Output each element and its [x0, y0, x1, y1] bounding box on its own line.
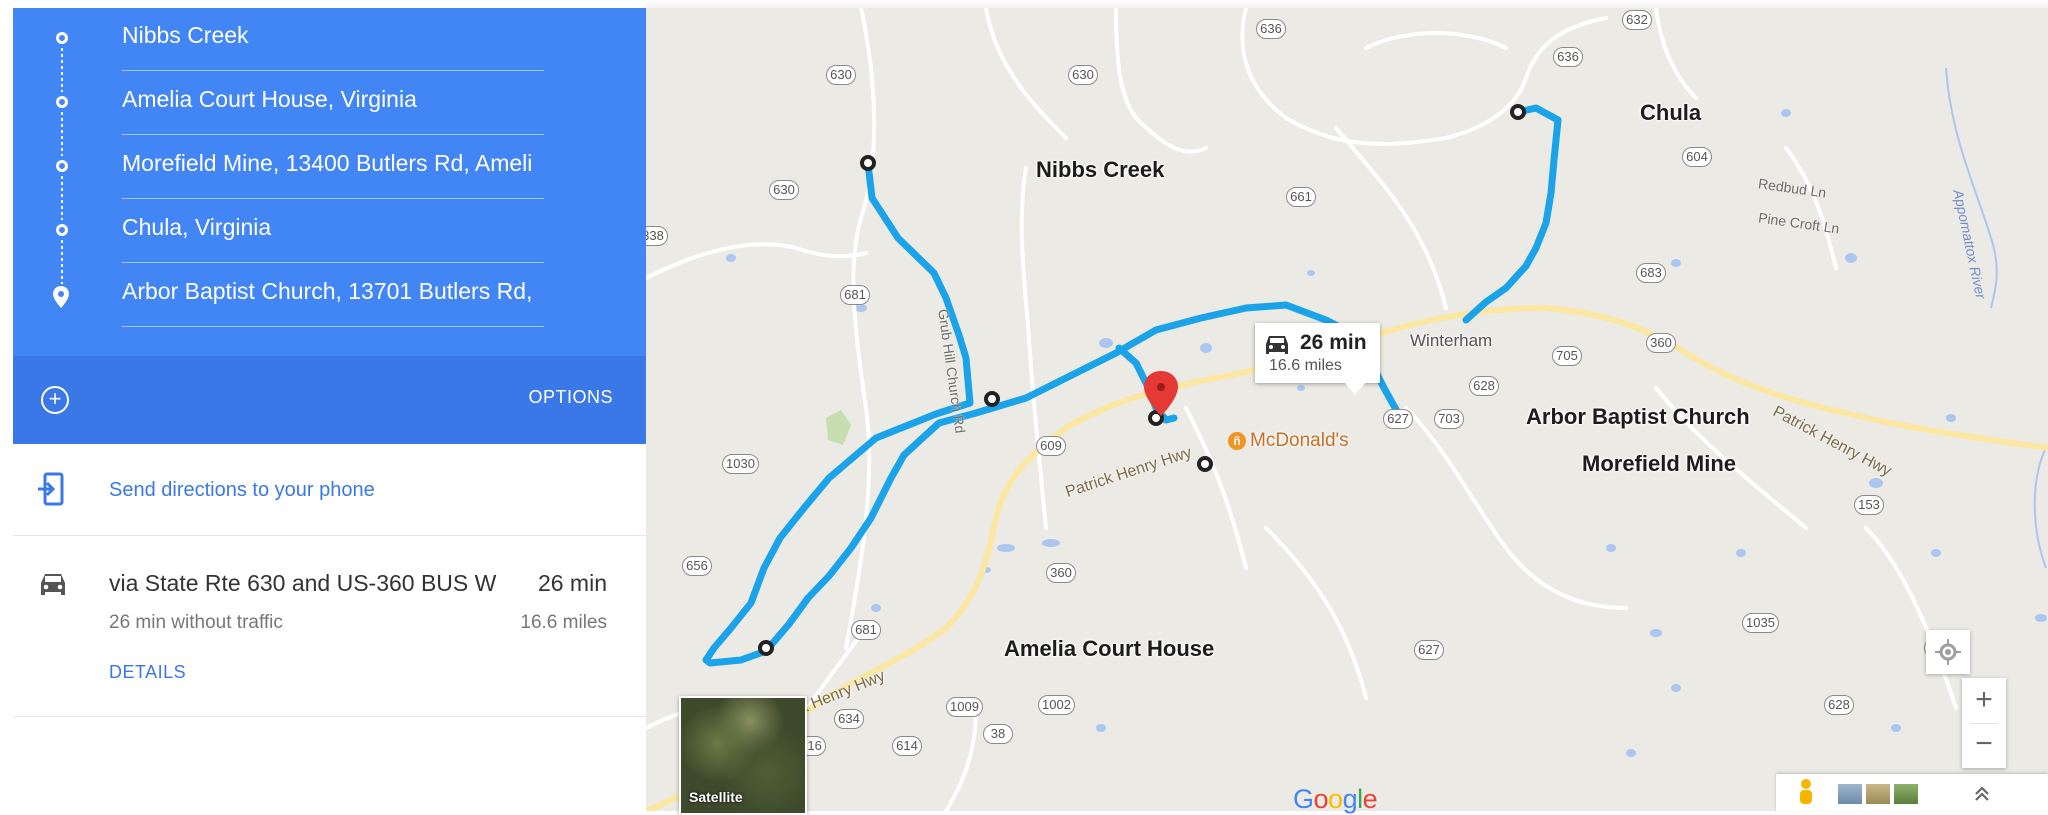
place-label-arbor-baptist[interactable]: Arbor Baptist Church — [1526, 404, 1750, 430]
connector-dots — [61, 176, 63, 220]
route-shield: 153 — [1854, 495, 1884, 515]
stop-dot-icon — [56, 224, 68, 236]
stop-underline — [122, 134, 544, 135]
destination-pin-icon — [53, 286, 69, 308]
send-directions-link[interactable]: Send directions to your phone — [109, 479, 375, 502]
map-canvas[interactable]: 636 632 636 630 630 630 661 338 681 683 … — [646, 8, 2048, 811]
stop-underline — [122, 198, 544, 199]
route-shield: 338 — [646, 226, 668, 246]
route-shield: 703 — [1434, 409, 1464, 429]
zoom-controls: + − — [1962, 678, 2006, 768]
zoom-out-button[interactable]: − — [1962, 724, 2006, 768]
route-shield: 681 — [851, 620, 881, 640]
route-shield: 630 — [1068, 65, 1098, 85]
expand-icon[interactable] — [1972, 784, 1992, 804]
place-label-chula[interactable]: Chula — [1640, 100, 1701, 126]
stop-text: Chula, Virginia — [122, 214, 272, 240]
route-shield: 627 — [1414, 640, 1444, 660]
route-shield: 604 — [1682, 147, 1712, 167]
my-location-button[interactable] — [1926, 630, 1970, 674]
connector-dots — [61, 240, 63, 284]
car-icon — [1266, 336, 1288, 354]
poi-label[interactable]: McDonald's — [1250, 430, 1349, 452]
satellite-label: Satellite — [689, 789, 743, 805]
place-label-morefield-mine[interactable]: Morefield Mine — [1582, 451, 1736, 477]
stop-underline — [122, 262, 544, 263]
connector-dots — [61, 48, 63, 92]
satellite-toggle[interactable]: Satellite — [679, 696, 807, 815]
crosshair-icon — [1935, 639, 1961, 665]
stop-field-2[interactable]: Amelia Court House, Virginia — [108, 72, 544, 135]
route-tooltip[interactable]: 26 min 16.6 miles — [1255, 323, 1380, 395]
route-shield: 1002 — [1038, 695, 1075, 715]
route-shield: 630 — [769, 180, 799, 200]
layer-thumb-satellite[interactable] — [1894, 784, 1918, 804]
stop-field-5[interactable]: Arbor Baptist Church, 13701 Butlers Rd, — [108, 264, 544, 327]
tooltip-distance: 16.6 miles — [1269, 357, 1342, 374]
map-top-edge — [646, 0, 2048, 8]
layer-thumb-terrain[interactable] — [1866, 784, 1890, 804]
route-shield: 360 — [1646, 333, 1676, 353]
car-icon — [41, 574, 65, 595]
layer-thumb-transit[interactable] — [1838, 784, 1862, 804]
connector-dots — [61, 112, 63, 156]
route-shield: 634 — [834, 709, 864, 729]
google-logo: Google — [1293, 784, 1378, 814]
stop-text: Nibbs Creek — [122, 22, 249, 48]
stop-dot-icon — [56, 96, 68, 108]
details-link[interactable]: DETAILS — [109, 662, 186, 683]
route-line — [702, 104, 1562, 667]
place-label-amelia[interactable]: Amelia Court House — [1004, 636, 1214, 662]
stop-underline — [122, 326, 544, 327]
options-bar: + OPTIONS — [13, 356, 646, 444]
map-bottom-toolbar — [1776, 774, 2048, 811]
stop-dot-icon — [56, 32, 68, 44]
place-label-nibbs-creek[interactable]: Nibbs Creek — [1036, 157, 1164, 183]
directions-panel: Nibbs Creek Amelia Court House, Virginia… — [0, 0, 646, 811]
stop-underline — [122, 70, 544, 71]
stop-field-4[interactable]: Chula, Virginia — [108, 200, 544, 263]
route-shield: 683 — [1636, 263, 1666, 283]
route-shield: 656 — [682, 556, 712, 576]
route-shield: 632 — [1622, 10, 1652, 30]
route-shield: 38 — [983, 724, 1013, 744]
send-to-phone-row[interactable]: Send directions to your phone — [13, 444, 646, 536]
route-shield: 636 — [1553, 47, 1583, 67]
destination-pin-icon — [1144, 371, 1178, 416]
send-to-phone-icon — [38, 472, 64, 506]
town-label: Winterham — [1410, 331, 1493, 350]
route-shield: 360 — [1046, 563, 1076, 583]
stops-list: Nibbs Creek Amelia Court House, Virginia… — [13, 8, 646, 356]
route-traffic-note: 26 min without traffic — [109, 612, 283, 633]
route-shield: 661 — [1286, 187, 1316, 207]
tooltip-time: 26 min — [1300, 331, 1367, 354]
route-distance: 16.6 miles — [520, 612, 607, 633]
route-shield: 636 — [1256, 19, 1286, 39]
route-shield: 628 — [1469, 376, 1499, 396]
route-shield: 681 — [840, 285, 870, 305]
route-shield: 630 — [826, 65, 856, 85]
route-shield: 609 — [1036, 436, 1066, 456]
restaurant-icon[interactable]: ñ — [1228, 432, 1246, 450]
route-shield: 1030 — [722, 454, 759, 474]
stop-text: Arbor Baptist Church, 13701 Butlers Rd, — [122, 278, 533, 304]
route-option[interactable]: via State Rte 630 and US-360 BUS W 26 mi… — [13, 536, 646, 717]
route-shield: 628 — [1824, 695, 1854, 715]
route-shield: 1035 — [1742, 613, 1779, 633]
route-shield: 627 — [1383, 409, 1413, 429]
stop-dot-icon — [56, 160, 68, 172]
route-via-text: via State Rte 630 and US-360 BUS W — [109, 570, 497, 596]
stop-field-1[interactable]: Nibbs Creek — [108, 8, 544, 71]
stop-field-3[interactable]: Morefield Mine, 13400 Butlers Rd, Ameli — [108, 136, 544, 199]
zoom-in-button[interactable]: + — [1962, 678, 2006, 722]
add-destination-button[interactable]: + — [41, 386, 69, 414]
stop-text: Morefield Mine, 13400 Butlers Rd, Ameli — [122, 150, 533, 176]
route-shield: 614 — [892, 736, 922, 756]
stop-text: Amelia Court House, Virginia — [122, 86, 417, 112]
pegman-icon[interactable] — [1796, 778, 1816, 808]
route-duration: 26 min — [537, 570, 607, 596]
route-shield: 705 — [1552, 346, 1582, 366]
options-button[interactable]: OPTIONS — [528, 387, 613, 408]
route-shield: 1009 — [946, 697, 983, 717]
